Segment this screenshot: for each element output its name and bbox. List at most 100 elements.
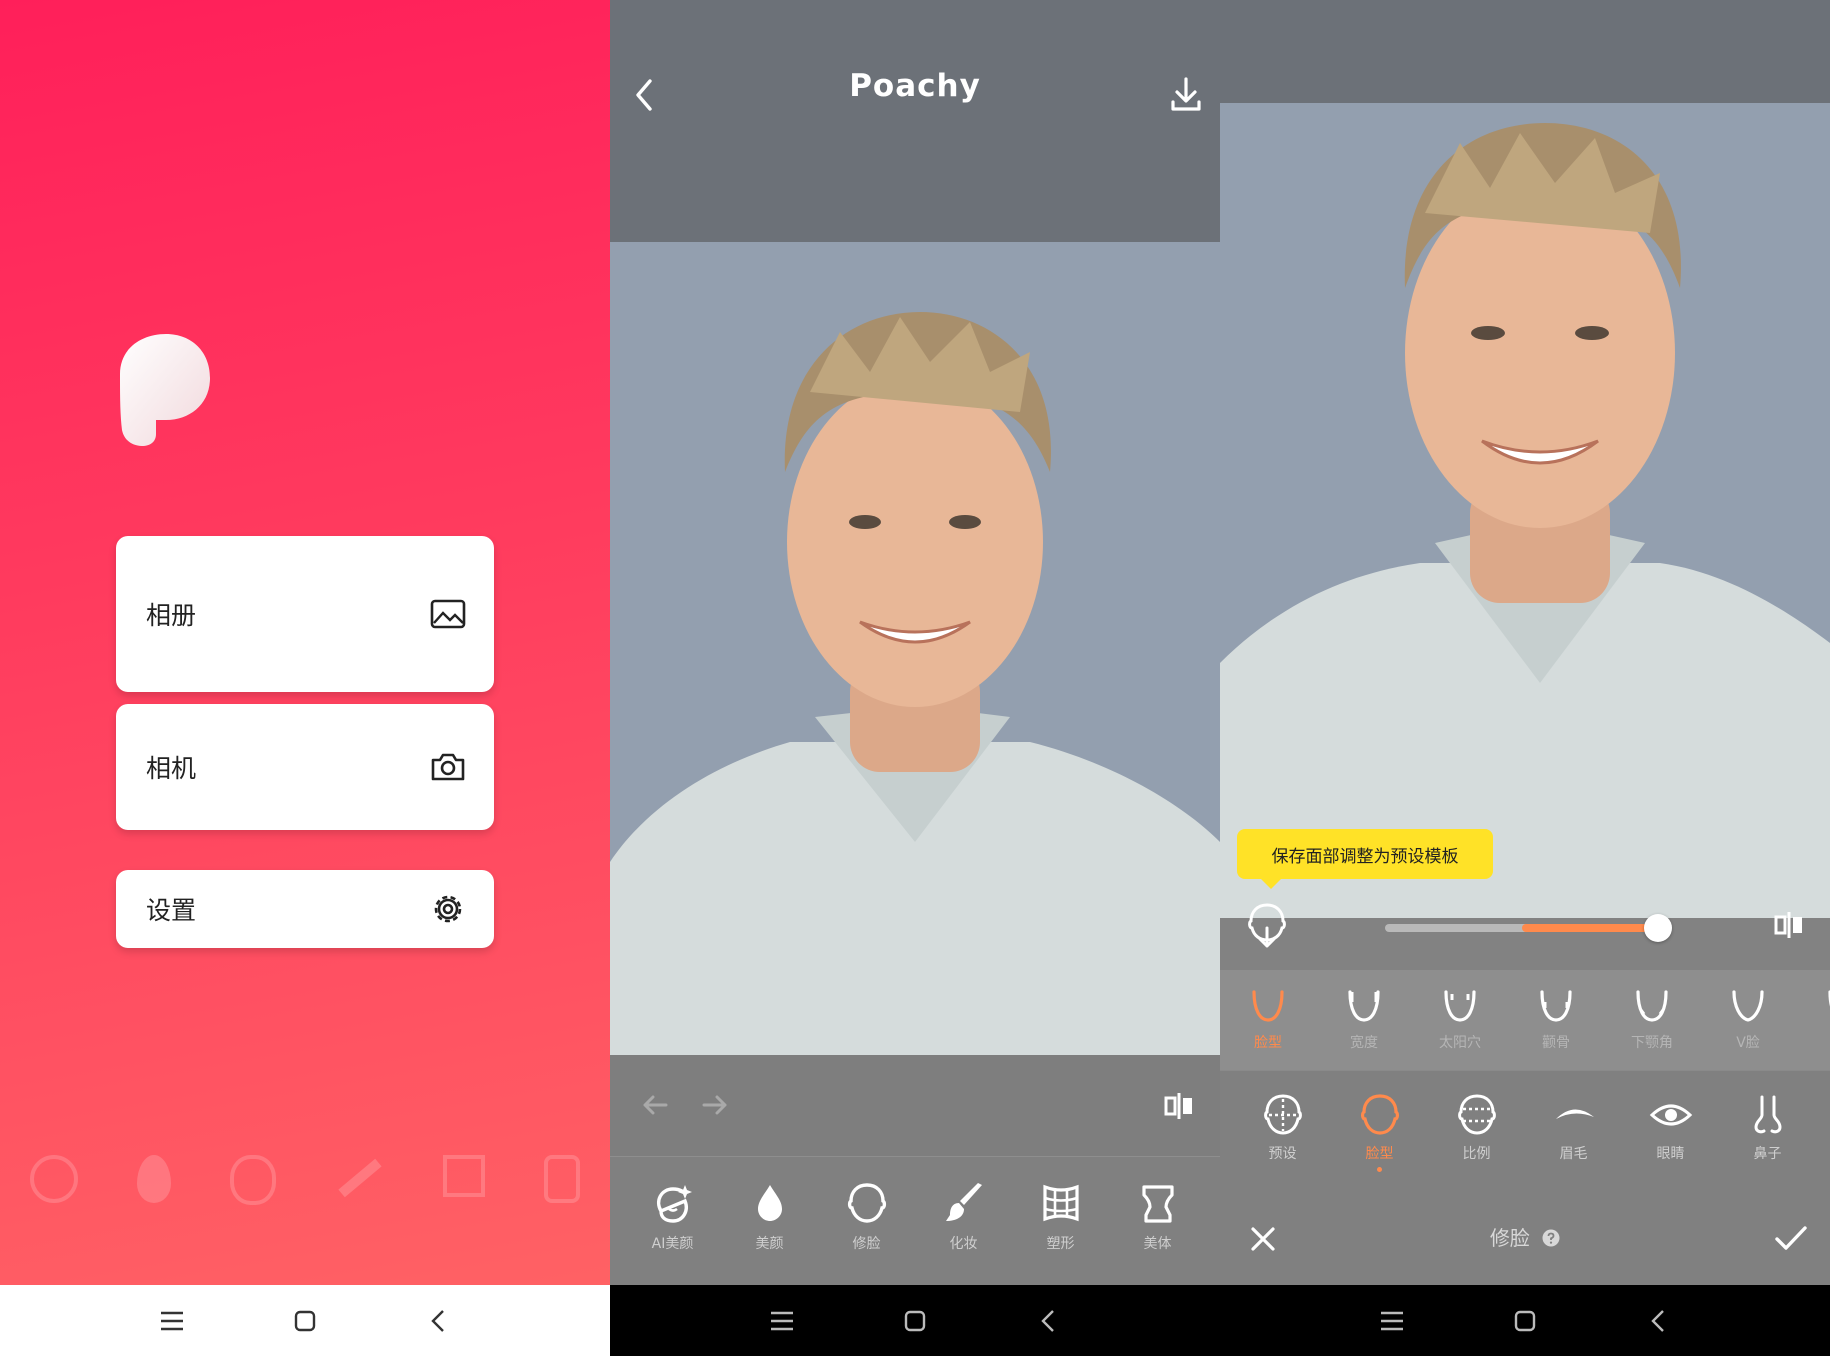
save-preset-tooltip: 保存面部调整为预设模板 (1237, 829, 1493, 889)
face-shape-icon (1252, 990, 1284, 1022)
app-title: Poachy (849, 68, 981, 104)
back-nav-button[interactable] (372, 1285, 505, 1356)
tool-label: 美颜 (755, 1236, 784, 1252)
preset-face-icon (1263, 1094, 1302, 1135)
cheekbone-icon (1540, 990, 1572, 1022)
save-preset-face-icon[interactable] (1246, 902, 1288, 948)
sub-option-chin[interactable]: 下 (1796, 970, 1830, 1070)
tool-ai-beauty[interactable]: AI美颜 (629, 1157, 717, 1285)
sub-option-v-face[interactable]: V脸 (1700, 970, 1796, 1070)
tool-face[interactable]: 修脸 (823, 1157, 911, 1285)
menu-icon (1381, 1311, 1403, 1330)
system-nav-bar (0, 1285, 610, 1356)
ai-beauty-icon (656, 1185, 692, 1223)
grid-icon (442, 1155, 485, 1197)
home-nav-button[interactable] (239, 1285, 372, 1356)
sub-option-jaw-angle[interactable]: 下颚角 (1604, 970, 1700, 1070)
compare-icon[interactable] (1164, 1091, 1194, 1121)
menu-nav-button[interactable] (716, 1285, 849, 1356)
home-screen: 相册 相机 设置 (0, 0, 610, 1356)
v-face-icon (1732, 990, 1764, 1022)
face-main-tabs: 预设 脸型 比例 眉毛 眼睛 鼻子 (1220, 1070, 1830, 1180)
tab-label: 脸型 (1365, 1146, 1394, 1162)
undo-arrow-icon[interactable] (642, 1095, 668, 1115)
home-nav-button[interactable] (1459, 1285, 1592, 1356)
back-nav-button[interactable] (1592, 1285, 1725, 1356)
face-title-label: 修脸 (1489, 1226, 1530, 1250)
tool-body[interactable]: 美体 (1114, 1157, 1202, 1285)
face-title: 修脸 (1220, 1222, 1830, 1251)
home-square-icon (1514, 1310, 1536, 1331)
download-icon[interactable] (1170, 76, 1202, 112)
tab-proportion[interactable]: 比例 (1432, 1071, 1522, 1180)
tab-preset[interactable]: 预设 (1238, 1071, 1328, 1180)
jaw-angle-icon (1636, 990, 1668, 1022)
system-nav-bar (1220, 1285, 1830, 1356)
grid-icon (1042, 1184, 1079, 1222)
editor-tool-bar: AI美颜 美颜 修脸 化妆 塑形 美体 (610, 1156, 1220, 1285)
editor-header (610, 0, 1220, 242)
sub-option-face-shape[interactable]: 脸型 (1220, 970, 1316, 1070)
tab-label: 鼻子 (1753, 1146, 1782, 1162)
home-nav-button[interactable] (849, 1285, 982, 1356)
album-label: 相册 (146, 601, 197, 630)
photo-canvas[interactable] (610, 242, 1220, 1055)
temple-icon (1444, 990, 1476, 1022)
tool-label: 修脸 (852, 1236, 881, 1252)
tab-eyebrow[interactable]: 眉毛 (1529, 1071, 1619, 1180)
tab-nose[interactable]: 鼻子 (1723, 1071, 1813, 1180)
tool-label: 化妆 (949, 1236, 978, 1252)
portrait-photo (610, 312, 1220, 1055)
ghost-tool-row (30, 1155, 580, 1205)
active-tab-dot (1377, 1167, 1382, 1172)
sub-option-width[interactable]: 宽度 (1316, 970, 1412, 1070)
back-nav-button[interactable] (982, 1285, 1115, 1356)
sub-option-label: 太阳穴 (1439, 1035, 1481, 1051)
settings-button[interactable]: 设置 (116, 870, 494, 948)
sub-option-temple[interactable]: 太阳穴 (1412, 970, 1508, 1070)
tool-makeup[interactable]: 化妆 (920, 1157, 1008, 1285)
proportion-icon (1457, 1094, 1496, 1135)
face-adjust-screen: 保存面部调整为预设模板 脸型 宽度 太阳穴 颧骨 下颚角 V脸 预设 脸型 比例… (1220, 0, 1830, 1356)
back-chevron-icon (431, 1309, 444, 1332)
brush-icon (337, 1158, 382, 1198)
tool-beauty[interactable]: 美颜 (726, 1157, 814, 1285)
menu-icon (161, 1311, 183, 1330)
gear-icon (434, 895, 462, 923)
sub-option-label: V脸 (1736, 1035, 1760, 1051)
camera-label: 相机 (146, 754, 197, 783)
face-icon (230, 1155, 277, 1205)
redo-arrow-icon[interactable] (702, 1095, 728, 1115)
body-icon (1141, 1185, 1174, 1223)
album-button[interactable]: 相册 (116, 536, 494, 692)
sub-option-label: 脸型 (1254, 1035, 1282, 1051)
slider-fill (1522, 924, 1658, 932)
tool-reshape[interactable]: 塑形 (1017, 1157, 1105, 1285)
slider-knob[interactable] (1644, 914, 1672, 942)
camera-button[interactable]: 相机 (116, 704, 494, 830)
confirm-check-icon[interactable] (1774, 1224, 1808, 1252)
brush-icon (945, 1183, 982, 1221)
tool-label: AI美颜 (651, 1236, 694, 1252)
photo-canvas[interactable] (1220, 103, 1830, 918)
menu-nav-button[interactable] (106, 1285, 239, 1356)
width-icon (1348, 990, 1380, 1022)
compare-icon[interactable] (1774, 910, 1804, 940)
portrait-photo (1220, 123, 1830, 918)
app-logo (120, 334, 210, 446)
tool-label: 塑形 (1046, 1236, 1075, 1252)
droplet-icon (757, 1185, 782, 1221)
image-icon (430, 599, 466, 629)
help-icon[interactable] (1542, 1229, 1560, 1247)
back-chevron-icon (1041, 1309, 1054, 1332)
ai-beauty-icon (30, 1155, 78, 1203)
tab-eyes[interactable]: 眼睛 (1626, 1071, 1716, 1180)
droplet-icon (137, 1155, 172, 1203)
face-shape-tab-icon (1360, 1094, 1399, 1135)
menu-nav-button[interactable] (1326, 1285, 1459, 1356)
tab-label: 比例 (1462, 1146, 1491, 1162)
sub-option-cheekbone[interactable]: 颧骨 (1508, 970, 1604, 1070)
eye-icon (1649, 1104, 1692, 1126)
tab-face-shape[interactable]: 脸型 (1335, 1071, 1425, 1180)
tool-label: 美体 (1143, 1236, 1172, 1252)
